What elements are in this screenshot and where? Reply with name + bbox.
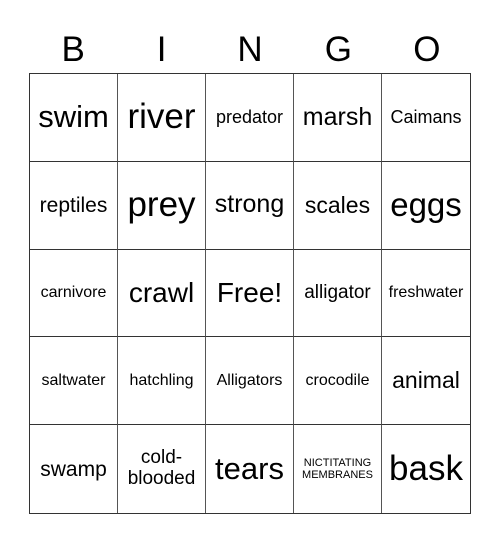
header-letter-b: B (61, 30, 85, 69)
bingo-cell[interactable]: carnivore (30, 249, 118, 338)
bingo-cell[interactable]: freshwater (382, 250, 470, 338)
bingo-cell[interactable]: bask (382, 425, 470, 513)
bingo-cell[interactable]: crocodile (294, 337, 382, 426)
bingo-cell[interactable]: strong (206, 161, 294, 250)
bingo-card: swim river predator marsh Caimans reptil… (29, 73, 471, 514)
header-letter-n: N (237, 30, 263, 69)
bingo-cell[interactable]: Caimans (382, 74, 470, 162)
bingo-cell[interactable]: NICTITATING MEMBRANES (294, 425, 382, 513)
bingo-cell[interactable]: reptiles (30, 161, 118, 250)
bingo-cell[interactable]: predator (206, 74, 294, 162)
bingo-cell[interactable]: scales (294, 161, 382, 250)
free-space-cell[interactable]: Free! (206, 249, 294, 338)
bingo-cell[interactable]: alligator (294, 249, 382, 338)
bingo-cell[interactable]: Alligators (206, 337, 294, 426)
bingo-cell[interactable]: crawl (118, 249, 206, 338)
bingo-cell[interactable]: animal (382, 337, 470, 426)
bingo-cell[interactable]: river (118, 74, 206, 162)
bingo-cell[interactable]: prey (118, 161, 206, 250)
header-letter-o: O (413, 30, 441, 69)
bingo-cell[interactable]: saltwater (30, 337, 118, 426)
bingo-cell[interactable]: marsh (294, 74, 382, 162)
bingo-cell[interactable]: swamp (30, 425, 118, 513)
header-letter-i: I (156, 30, 167, 69)
bingo-cell[interactable]: hatchling (118, 337, 206, 426)
bingo-cell[interactable]: eggs (382, 162, 470, 250)
header-letter-g: G (324, 30, 353, 69)
bingo-cell[interactable]: cold-blooded (118, 425, 206, 513)
bingo-cell[interactable]: tears (206, 425, 294, 513)
bingo-header: B I N G O (29, 28, 471, 72)
bingo-cell[interactable]: swim (30, 74, 118, 162)
